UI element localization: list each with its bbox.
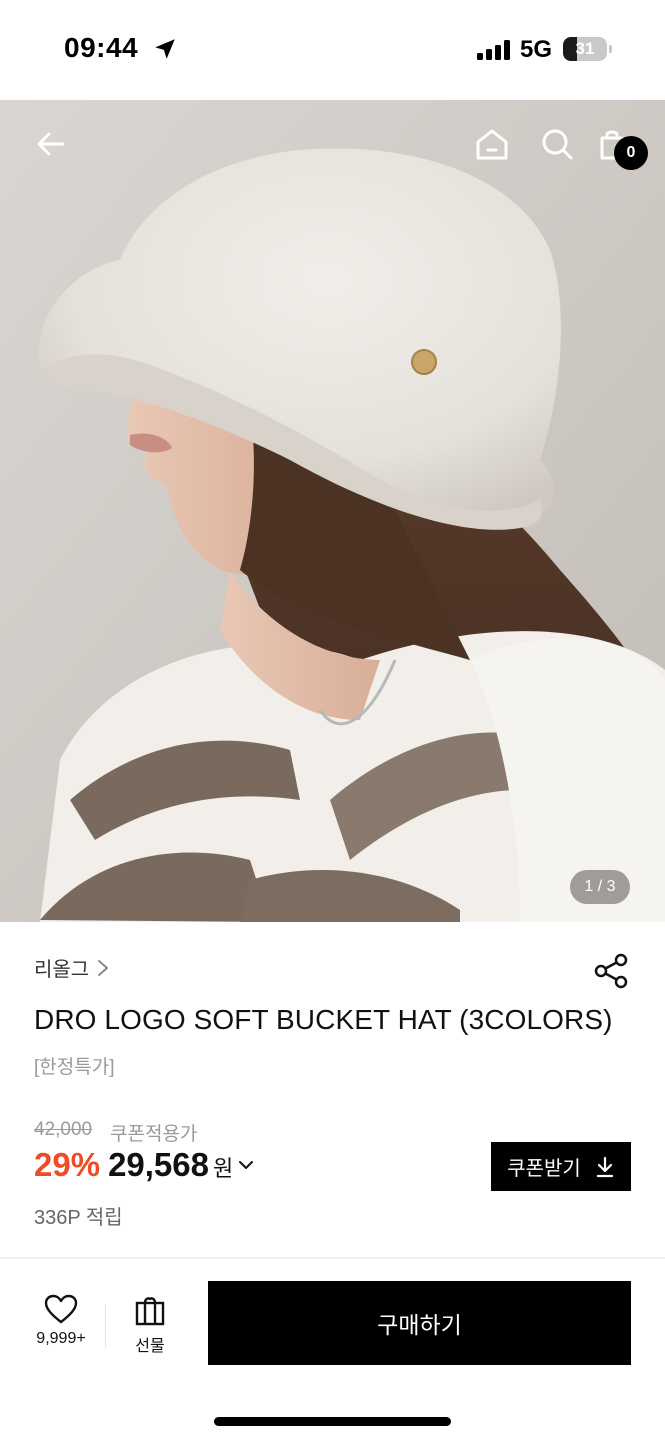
gift-icon xyxy=(135,1297,165,1326)
search-button[interactable] xyxy=(533,120,581,168)
home-icon xyxy=(476,129,508,160)
cart-count-badge: 0 xyxy=(614,136,648,170)
product-image[interactable] xyxy=(0,100,665,922)
back-arrow-icon xyxy=(37,132,65,156)
chevron-right-icon xyxy=(98,959,109,976)
price-row[interactable]: 29% 29,568 원 xyxy=(34,1146,255,1184)
separator xyxy=(105,1304,106,1348)
network-type: 5G xyxy=(520,36,553,63)
buy-label: 구매하기 xyxy=(377,1312,462,1338)
product-title: DRO LOGO SOFT BUCKET HAT (3COLORS) xyxy=(34,1004,613,1035)
gift-button[interactable]: 선물 xyxy=(118,1294,182,1356)
home-indicator xyxy=(214,1417,451,1426)
status-time: 09:44 xyxy=(64,32,139,63)
like-count: 9,999+ xyxy=(36,1330,86,1347)
cellular-signal-icon xyxy=(477,40,510,60)
sale-price: 29,568 xyxy=(108,1146,209,1183)
product-photo xyxy=(0,100,665,922)
discount-rate: 29% xyxy=(34,1146,101,1183)
gift-label: 선물 xyxy=(135,1338,165,1355)
battery-level: 31 xyxy=(575,39,595,58)
reward-points: 336P 적립 xyxy=(34,1207,123,1229)
brand-link[interactable]: 리올그 xyxy=(34,953,111,982)
chevron-down-icon xyxy=(239,1161,254,1169)
buy-button[interactable]: 구매하기 xyxy=(208,1281,631,1365)
location-arrow-icon xyxy=(155,39,175,59)
coupon-price-label: 쿠폰적용가 xyxy=(110,1124,198,1145)
share-icon[interactable] xyxy=(592,952,630,990)
home-button[interactable] xyxy=(468,120,516,168)
back-button[interactable] xyxy=(27,120,75,168)
brand-name: 리올그 xyxy=(34,959,90,981)
battery-icon: 31 xyxy=(563,37,613,61)
get-coupon-label: 쿠폰받기 xyxy=(507,1158,581,1180)
heart-icon xyxy=(44,1294,78,1324)
search-icon xyxy=(542,129,573,160)
currency-unit: 원 xyxy=(213,1156,234,1181)
status-bar: 09:44 5G 31 xyxy=(0,0,665,100)
download-icon xyxy=(596,1156,613,1177)
like-button[interactable]: 9,999+ xyxy=(20,1294,102,1356)
product-tag: [한정특가] xyxy=(34,1057,115,1078)
get-coupon-button[interactable]: 쿠폰받기 xyxy=(491,1142,631,1191)
image-page-indicator: 1 / 3 xyxy=(570,870,630,904)
original-price: 42,000 xyxy=(34,1119,93,1140)
